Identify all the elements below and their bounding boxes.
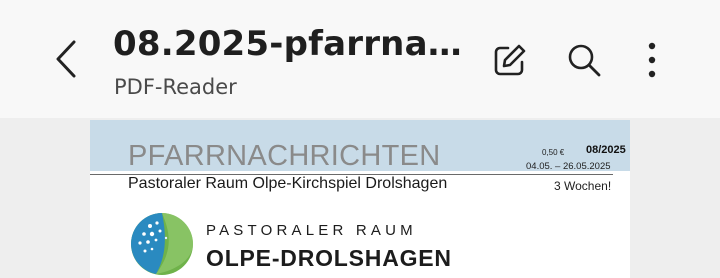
back-arrow-icon (56, 40, 76, 78)
search-button[interactable] (562, 38, 606, 82)
logo-text-line2: OLPE-DROLSHAGEN (206, 245, 452, 271)
app-bar: 08.2025-pfarrnachr... PDF-Reader (0, 0, 720, 118)
parish-logo-icon (131, 213, 193, 275)
duration-note: 3 Wochen! (554, 179, 612, 193)
date-range: 04.05. – 26.05.2025 (526, 161, 611, 172)
more-vertical-icon (648, 42, 656, 78)
document-title: 08.2025-pfarrnachr... (113, 24, 473, 64)
pdf-page[interactable]: PFARRNACHRICHTEN Pastoraler Raum Olpe-Ki… (90, 120, 630, 278)
edit-icon (494, 44, 526, 76)
more-options-button[interactable] (630, 38, 674, 82)
app-name: PDF-Reader (114, 75, 237, 99)
document-viewer[interactable]: PFARRNACHRICHTEN Pastoraler Raum Olpe-Ki… (0, 118, 720, 278)
newsletter-subtitle: Pastoraler Raum Olpe-Kirchspiel Drolshag… (128, 175, 448, 192)
search-icon (568, 44, 601, 77)
price-label: 0,50 € (542, 148, 565, 157)
edit-button[interactable] (488, 38, 532, 82)
back-button[interactable] (44, 34, 88, 84)
issue-number: 08/2025 (586, 144, 626, 156)
logo-text-line1: PASTORALER RAUM (206, 222, 417, 239)
newsletter-title: PFARRNACHRICHTEN (128, 140, 441, 172)
